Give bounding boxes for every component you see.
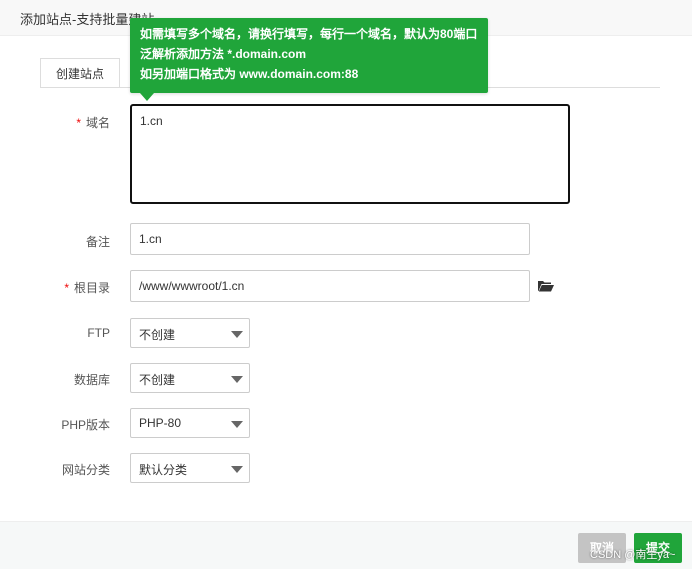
ftp-select[interactable]: 不创建: [130, 318, 250, 348]
caret-down-icon: [231, 331, 243, 338]
required-mark: *: [76, 116, 81, 130]
domain-help-tooltip: 如需填写多个域名，请换行填写，每行一个域名，默认为80端口 泛解析添加方法 *.…: [130, 18, 488, 93]
root-dir-input[interactable]: [130, 270, 530, 302]
caret-down-icon: [231, 466, 243, 473]
dialog-footer: 取消 提交: [0, 521, 692, 569]
tooltip-arrow: [140, 93, 154, 101]
folder-open-icon[interactable]: [538, 280, 554, 292]
database-select[interactable]: 不创建: [130, 363, 250, 393]
ftp-select-value: 不创建: [139, 328, 176, 342]
add-site-dialog: 添加站点-支持批量建站 创建站点 *域名 1.cn 备注 *根目录 FTP 不创…: [0, 0, 692, 569]
php-version-select-value: PHP-80: [139, 416, 182, 430]
tooltip-line: 如需填写多个域名，请换行填写，每行一个域名，默认为80端口: [140, 27, 478, 41]
site-category-select-value: 默认分类: [139, 463, 188, 477]
domain-textarea[interactable]: 1.cn: [130, 104, 570, 204]
ftp-label: FTP: [87, 326, 110, 340]
root-dir-label: * 根目录: [64, 281, 110, 295]
database-select-value: 不创建: [139, 373, 176, 387]
php-version-label: PHP版本: [61, 418, 110, 432]
database-label: 数据库: [73, 373, 110, 387]
caret-down-icon: [231, 421, 243, 428]
site-category-select[interactable]: 默认分类: [130, 453, 250, 483]
tooltip-line: 如另加端口格式为 www.domain.com:88: [140, 67, 359, 81]
site-category-label: 网站分类: [61, 463, 110, 477]
tab-create-site[interactable]: 创建站点: [40, 58, 120, 88]
remark-input[interactable]: [130, 223, 530, 255]
remark-label: 备注: [85, 235, 110, 249]
tooltip-line: 泛解析添加方法 *.domain.com: [140, 47, 307, 61]
php-version-select[interactable]: PHP-80: [130, 408, 250, 438]
domain-label: * 域名: [76, 116, 110, 130]
watermark: CSDN @南生ya~: [590, 549, 676, 561]
required-mark: *: [64, 281, 69, 295]
caret-down-icon: [231, 376, 243, 383]
